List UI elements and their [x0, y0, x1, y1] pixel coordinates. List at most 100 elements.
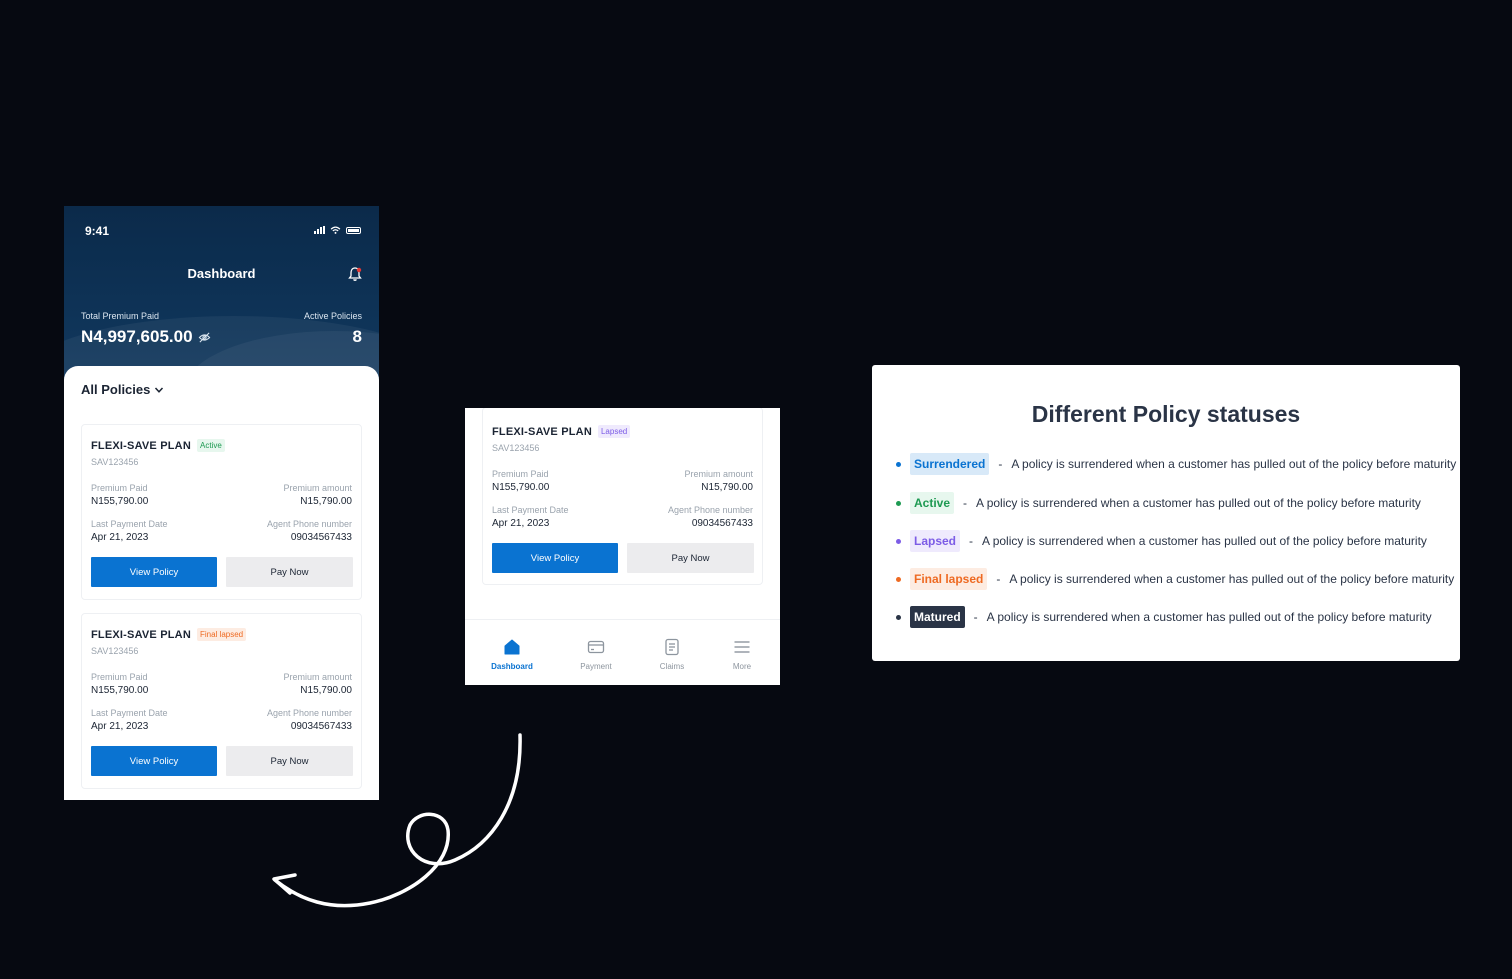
- policy-code: SAV123456: [91, 457, 139, 467]
- last-payment-label: Last Payment Date: [91, 519, 168, 529]
- legend-item: Lapsed - A policy is surrendered when a …: [896, 530, 1427, 552]
- plan-title: FLEXI-SAVE PLAN: [492, 425, 592, 438]
- bullet-icon: [896, 576, 901, 582]
- status-badge: Lapsed: [597, 425, 631, 438]
- bullet-icon: [896, 461, 901, 467]
- policy-code: SAV123456: [492, 443, 540, 453]
- premium-paid-label: Premium Paid: [91, 672, 148, 682]
- last-payment-value: Apr 21, 2023: [492, 518, 550, 529]
- premium-amount-label: Premium amount: [283, 483, 352, 493]
- agent-phone-value: 09034567433: [290, 532, 352, 543]
- status-bar-time: 9:41: [85, 224, 110, 238]
- status-description: A policy is surrendered when a customer …: [976, 496, 1421, 510]
- battery-icon: [346, 226, 361, 234]
- hide-balance-icon[interactable]: [198, 331, 211, 344]
- active-policies-count: 8: [352, 327, 362, 346]
- legend-title: Different Policy statuses: [1031, 401, 1301, 427]
- total-premium-amount: N4,997,605.00: [81, 327, 211, 347]
- legend-item: Surrendered - A policy is surrendered wh…: [896, 453, 1456, 475]
- pay-now-button[interactable]: Pay Now: [226, 557, 353, 587]
- status-chip-active: Active: [910, 492, 955, 514]
- tab-label: Dashboard: [491, 662, 533, 671]
- bottom-tab-bar: Dashboard Payment Claims More: [465, 619, 780, 685]
- tab-label: Claims: [659, 662, 685, 671]
- plan-title: FLEXI-SAVE PLAN: [91, 628, 191, 641]
- total-premium-label: Total Premium Paid: [81, 311, 160, 321]
- premium-paid-value: N155,790.00: [91, 685, 149, 696]
- status-description: A policy is surrendered when a customer …: [982, 534, 1427, 548]
- policy-card: FLEXI-SAVE PLAN Active SAV123456 Premium…: [81, 424, 362, 600]
- policy-card: FLEXI-SAVE PLAN Lapsed SAV123456 Premium…: [482, 408, 763, 585]
- policy-plan-name: FLEXI-SAVE PLAN Final lapsed: [91, 628, 247, 641]
- wifi-icon: [330, 226, 341, 234]
- separator: -: [969, 534, 974, 548]
- all-policies-dropdown[interactable]: All Policies: [81, 382, 164, 397]
- signal-icon: [314, 226, 325, 234]
- pay-now-button[interactable]: Pay Now: [627, 543, 754, 573]
- last-payment-label: Last Payment Date: [492, 505, 569, 515]
- premium-paid-label: Premium Paid: [91, 483, 148, 493]
- separator: -: [998, 457, 1003, 471]
- premium-amount-value: N15,790.00: [300, 496, 352, 507]
- agent-phone-label: Agent Phone number: [266, 519, 352, 529]
- all-policies-label: All Policies: [81, 382, 151, 397]
- last-payment-value: Apr 21, 2023: [91, 721, 149, 732]
- last-payment-label: Last Payment Date: [91, 708, 168, 718]
- status-bar-icons: [314, 226, 361, 234]
- separator: -: [996, 572, 1001, 586]
- premium-amount-label: Premium amount: [283, 672, 352, 682]
- tab-claims[interactable]: Claims: [642, 638, 702, 671]
- tab-more[interactable]: More: [712, 638, 772, 671]
- document-icon: [665, 638, 679, 656]
- premium-amount-label: Premium amount: [684, 469, 753, 479]
- notification-bell-icon[interactable]: [347, 266, 363, 282]
- view-policy-button[interactable]: View Policy: [492, 543, 618, 573]
- status-chip-lapsed: Lapsed: [910, 530, 961, 552]
- dashboard-phone-screen: 9:41 Dashboard Total Premium Paid N4,997…: [64, 206, 379, 800]
- tab-dashboard[interactable]: Dashboard: [482, 638, 542, 671]
- separator: -: [963, 496, 968, 510]
- last-payment-value: Apr 21, 2023: [91, 532, 149, 543]
- status-description: A policy is surrendered when a customer …: [1011, 457, 1457, 471]
- tab-label: Payment: [580, 662, 612, 671]
- agent-phone-value: 09034567433: [691, 518, 753, 529]
- lapsed-policy-screen: FLEXI-SAVE PLAN Lapsed SAV123456 Premium…: [465, 408, 780, 685]
- status-chip-matured: Matured: [910, 606, 965, 628]
- tab-payment[interactable]: Payment: [566, 638, 626, 671]
- policy-code: SAV123456: [91, 646, 139, 656]
- policy-plan-name: FLEXI-SAVE PLAN Active: [91, 439, 225, 452]
- status-description: A policy is surrendered when a customer …: [1009, 572, 1455, 586]
- bullet-icon: [896, 614, 901, 620]
- policy-plan-name: FLEXI-SAVE PLAN Lapsed: [492, 425, 631, 438]
- status-badge: Final lapsed: [196, 628, 247, 641]
- separator: -: [973, 610, 978, 624]
- agent-phone-label: Agent Phone number: [266, 708, 352, 718]
- dashboard-header: 9:41 Dashboard Total Premium Paid N4,997…: [64, 206, 379, 386]
- policy-status-legend: Different Policy statuses Surrendered - …: [872, 365, 1460, 661]
- premium-amount-value: N15,790.00: [300, 685, 352, 696]
- legend-item: Active - A policy is surrendered when a …: [896, 492, 1421, 514]
- total-premium-value: N4,997,605.00: [81, 327, 193, 346]
- chevron-down-icon: [155, 386, 164, 393]
- card-icon: [587, 640, 605, 654]
- status-chip-final-lapsed: Final lapsed: [910, 568, 988, 590]
- premium-paid-label: Premium Paid: [492, 469, 549, 479]
- status-badge: Active: [196, 439, 225, 452]
- status-chip-surrendered: Surrendered: [910, 453, 990, 475]
- legend-item: Final lapsed - A policy is surrendered w…: [896, 568, 1454, 590]
- agent-phone-label: Agent Phone number: [667, 505, 753, 515]
- premium-amount-value: N15,790.00: [701, 482, 753, 493]
- tab-label: More: [732, 662, 752, 671]
- active-policies-label: Active Policies: [303, 311, 362, 321]
- status-description: A policy is surrendered when a customer …: [986, 610, 1432, 624]
- view-policy-button[interactable]: View Policy: [91, 746, 217, 776]
- bullet-icon: [896, 538, 901, 544]
- premium-paid-value: N155,790.00: [91, 496, 149, 507]
- home-icon: [504, 639, 520, 655]
- menu-icon: [734, 641, 750, 653]
- view-policy-button[interactable]: View Policy: [91, 557, 217, 587]
- legend-item: Matured - A policy is surrendered when a…: [896, 606, 1432, 628]
- curved-arrow-icon: [272, 733, 522, 908]
- plan-title: FLEXI-SAVE PLAN: [91, 439, 191, 452]
- premium-paid-value: N155,790.00: [492, 482, 550, 493]
